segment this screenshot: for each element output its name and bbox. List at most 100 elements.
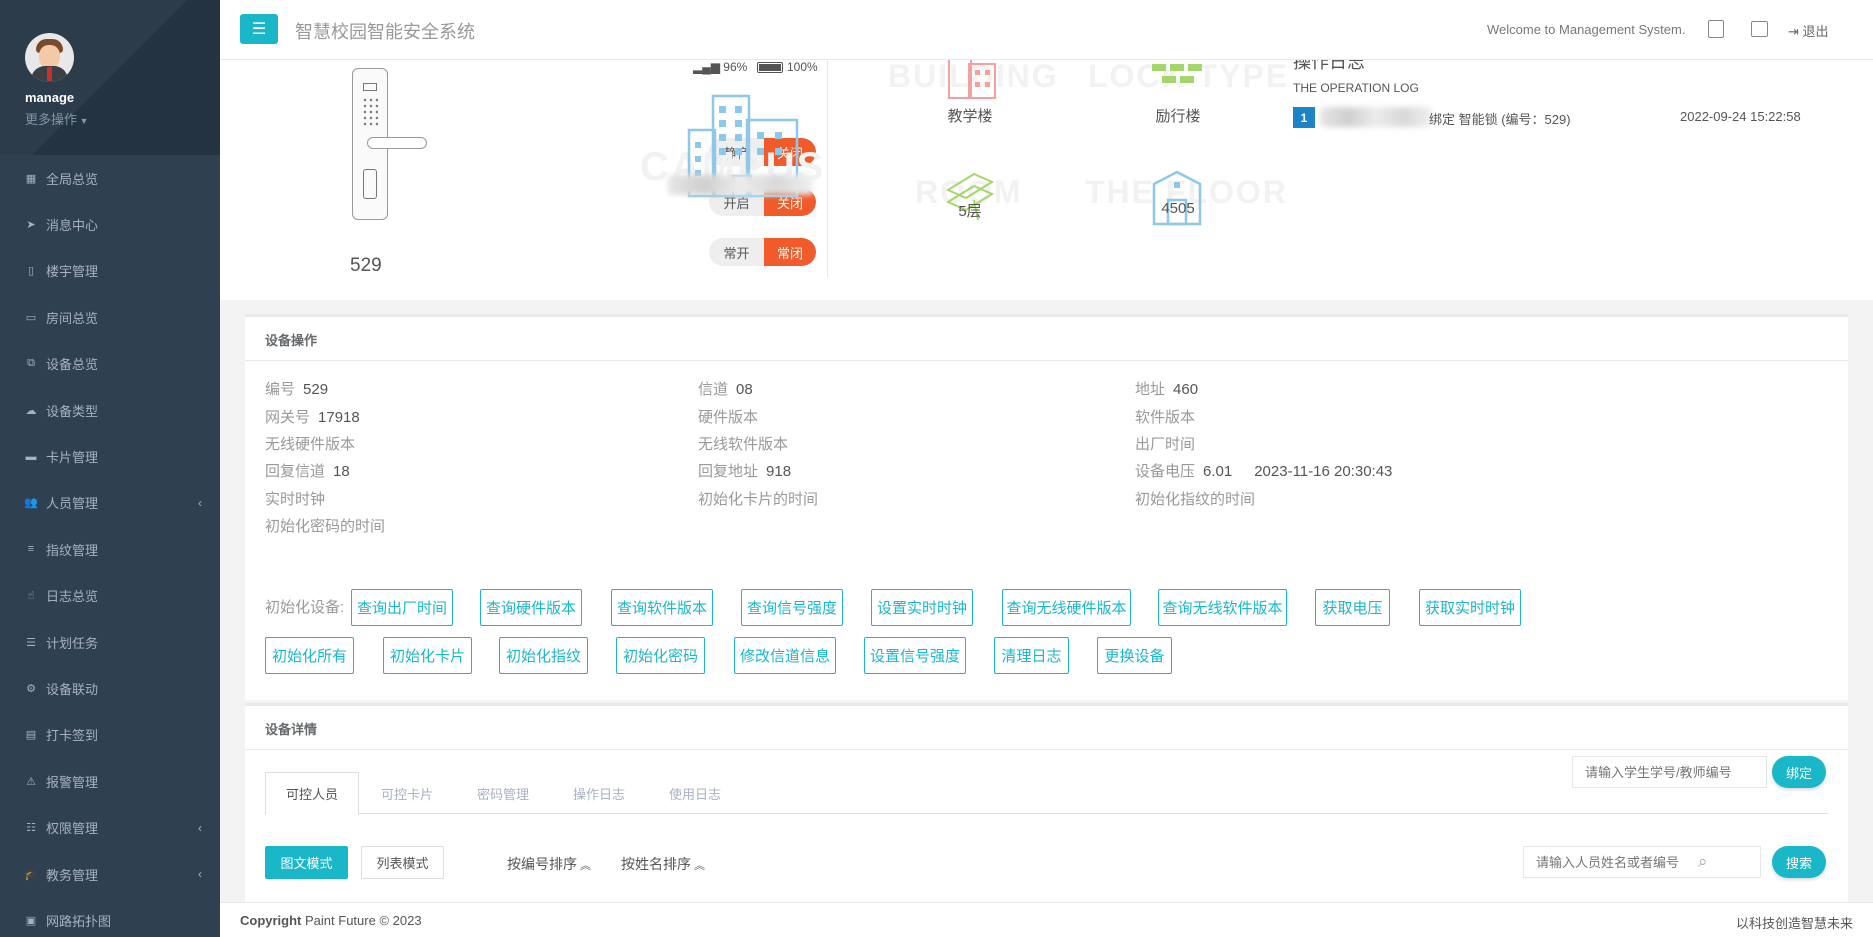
field-label: 地址 (1135, 381, 1166, 398)
device-info-panel: 529 ▂▄▆ 96% 100% 静音关闭 开启关闭 常开常闭 CAMPUS B… (220, 60, 1873, 300)
logout-label: 退出 (1802, 24, 1829, 39)
field-label: 初始化指纹的时间 (1135, 491, 1256, 508)
device-field: 出厂时间 (1135, 433, 1203, 454)
sidebar: manage 更多操作 ▼ ▦ 全局总览 ➤ 消息中心 ▯ 楼宇管理 ▭ 房间总览 ⧉ 设备总览 ☁… (0, 0, 220, 937)
field-label: 编号 (265, 381, 296, 398)
sliders-icon: ☷ (26, 822, 36, 835)
tab-controllable-cards[interactable]: 可控卡片 (359, 772, 455, 814)
sidebar-item[interactable]: 👥 人员管理 ‹ (0, 480, 220, 526)
sidebar-item[interactable]: ➤ 消息中心 (0, 201, 220, 247)
bind-button[interactable]: 绑定 (1772, 756, 1826, 788)
sidebar-item[interactable]: ▦ 全局总览 (0, 155, 220, 201)
operation-button[interactable]: 设置实时时钟 (871, 589, 973, 626)
tab-controllable-persons[interactable]: 可控人员 (265, 772, 359, 815)
sidebar-item[interactable]: ⧉ 设备总览 (0, 341, 220, 387)
operation-button[interactable]: 获取实时时钟 (1419, 589, 1521, 626)
welcome-message: Welcome to Management System. (1487, 22, 1686, 37)
device-field: 回复地址 918 (698, 460, 791, 481)
operation-button[interactable]: 初始化所有 (265, 637, 354, 674)
menu-toggle-button[interactable]: ☰ (240, 14, 278, 44)
sidebar-item[interactable]: ≡ 指纹管理 (0, 526, 220, 572)
operation-button[interactable]: 查询出厂时间 (351, 589, 453, 626)
tab-operation-log[interactable]: 操作日志 (551, 772, 647, 814)
sitemap-icon: ⧉ (27, 357, 35, 370)
sidebar-item[interactable]: ▭ 房间总览 (0, 294, 220, 340)
search-button[interactable]: 搜索 (1772, 846, 1826, 878)
footer: Copyright Paint Future © 2023 以科技创造智慧未来 (220, 902, 1873, 937)
operation-button[interactable]: 更换设备 (1097, 637, 1172, 674)
signal-strength: ▂▄▆ 96% (693, 60, 747, 74)
sidebar-item[interactable]: 🎓 教务管理 ‹ (0, 851, 220, 897)
operation-button[interactable]: 初始化密码 (616, 637, 705, 674)
list-mode-button[interactable]: 列表模式 (361, 846, 444, 879)
person-search-input[interactable] (1523, 846, 1761, 878)
copyright: Copyright Paint Future © 2023 (240, 913, 422, 928)
device-field: 实时时钟 (265, 488, 333, 509)
more-actions-dropdown[interactable]: 更多操作 ▼ (25, 109, 220, 128)
search-icon: ⌕ (1698, 852, 1708, 871)
room-number: 4505 (1161, 200, 1195, 217)
copyright-text: Paint Future © 2023 (305, 913, 422, 928)
device-field: 编号 529 (265, 378, 328, 399)
field-extra-value: 2023-11-16 20:30:43 (1254, 463, 1393, 480)
field-value: 460 (1173, 381, 1199, 398)
book-icon[interactable] (1708, 20, 1724, 38)
sort-label: 按姓名排序 (621, 856, 691, 872)
sidebar-item-label: 计划任务 (46, 635, 99, 651)
avatar[interactable] (25, 33, 74, 82)
sort-by-name[interactable]: 按姓名排序 ︽ (621, 854, 705, 874)
graphic-mode-button[interactable]: 图文模式 (265, 846, 348, 879)
sidebar-item-label: 权限管理 (46, 821, 99, 837)
sidebar-item[interactable]: ☁ 设备类型 (0, 387, 220, 433)
sidebar-item[interactable]: ▬ 卡片管理 (0, 433, 220, 479)
bind-id-input[interactable] (1572, 756, 1767, 788)
battery-status: 100% (757, 60, 818, 74)
sidebar-item[interactable]: ☰ 计划任务 (0, 619, 220, 665)
operation-button[interactable]: 查询软件版本 (611, 589, 713, 626)
device-field: 无线软件版本 (698, 433, 796, 454)
field-value: 529 (303, 381, 329, 398)
field-label: 回复信道 (265, 463, 326, 480)
normally-open-toggle[interactable]: 常开 常闭 (709, 238, 816, 266)
operation-button[interactable]: 设置信号强度 (864, 637, 966, 674)
operation-button[interactable]: 获取电压 (1315, 589, 1390, 626)
building-icon: ▯ (27, 265, 35, 278)
mortarboard-icon: 🎓 (24, 868, 38, 881)
sidebar-item[interactable]: ⚠ 报警管理 (0, 758, 220, 804)
field-value: 6.01 (1203, 463, 1233, 480)
field-label: 硬件版本 (698, 409, 759, 426)
device-field: 初始化卡片的时间 (698, 488, 826, 509)
tab-usage-log[interactable]: 使用日志 (647, 772, 743, 814)
sign-out-icon: ⇥ (1788, 24, 1803, 39)
sidebar-item-label: 教务管理 (46, 867, 99, 883)
panel-title: 设备操作 (245, 317, 1848, 361)
sidebar-item[interactable]: ☝ 日志总览 (0, 573, 220, 619)
sidebar-item[interactable]: ▯ 楼宇管理 (0, 248, 220, 294)
users-icon: 👥 (24, 497, 38, 510)
sidebar-item[interactable]: ▤ 打卡签到 (0, 712, 220, 758)
operation-button[interactable]: 查询信号强度 (741, 589, 843, 626)
operation-button[interactable]: 查询无线软件版本 (1158, 589, 1287, 626)
battery-value: 100% (787, 60, 818, 74)
operation-button[interactable]: 初始化指纹 (499, 637, 588, 674)
operation-button[interactable]: 查询无线硬件版本 (1002, 589, 1131, 626)
sidebar-item[interactable]: ⚙ 设备联动 (0, 665, 220, 711)
operation-log-title: 操作日志 (1293, 60, 1365, 72)
signal-icon: ▂▄▆ (693, 60, 724, 74)
operation-button[interactable]: 初始化卡片 (383, 637, 472, 674)
device-field: 设备电压 6.01 2023-11-16 20:30:43 (1135, 460, 1392, 481)
tasks-icon[interactable] (1751, 21, 1768, 37)
field-value: 17918 (318, 409, 360, 426)
logout-button[interactable]: ⇥ 退出 (1788, 21, 1829, 40)
sidebar-item-label: 设备总览 (46, 357, 99, 373)
sidebar-item[interactable]: ▣ 网路拓扑图 (0, 897, 220, 937)
sidebar-item-label: 报警管理 (46, 774, 99, 790)
tab-password-management[interactable]: 密码管理 (455, 772, 551, 814)
sort-by-number[interactable]: 按编号排序 ︽ (507, 854, 591, 874)
operation-button[interactable]: 清理日志 (994, 637, 1069, 674)
operation-button[interactable]: 修改信道信息 (734, 637, 836, 674)
monitor-icon: ▭ (25, 311, 37, 324)
sidebar-item[interactable]: ☷ 权限管理 ‹ (0, 804, 220, 850)
operation-button[interactable]: 查询硬件版本 (480, 589, 582, 626)
device-field: 网关号 17918 (265, 406, 360, 427)
